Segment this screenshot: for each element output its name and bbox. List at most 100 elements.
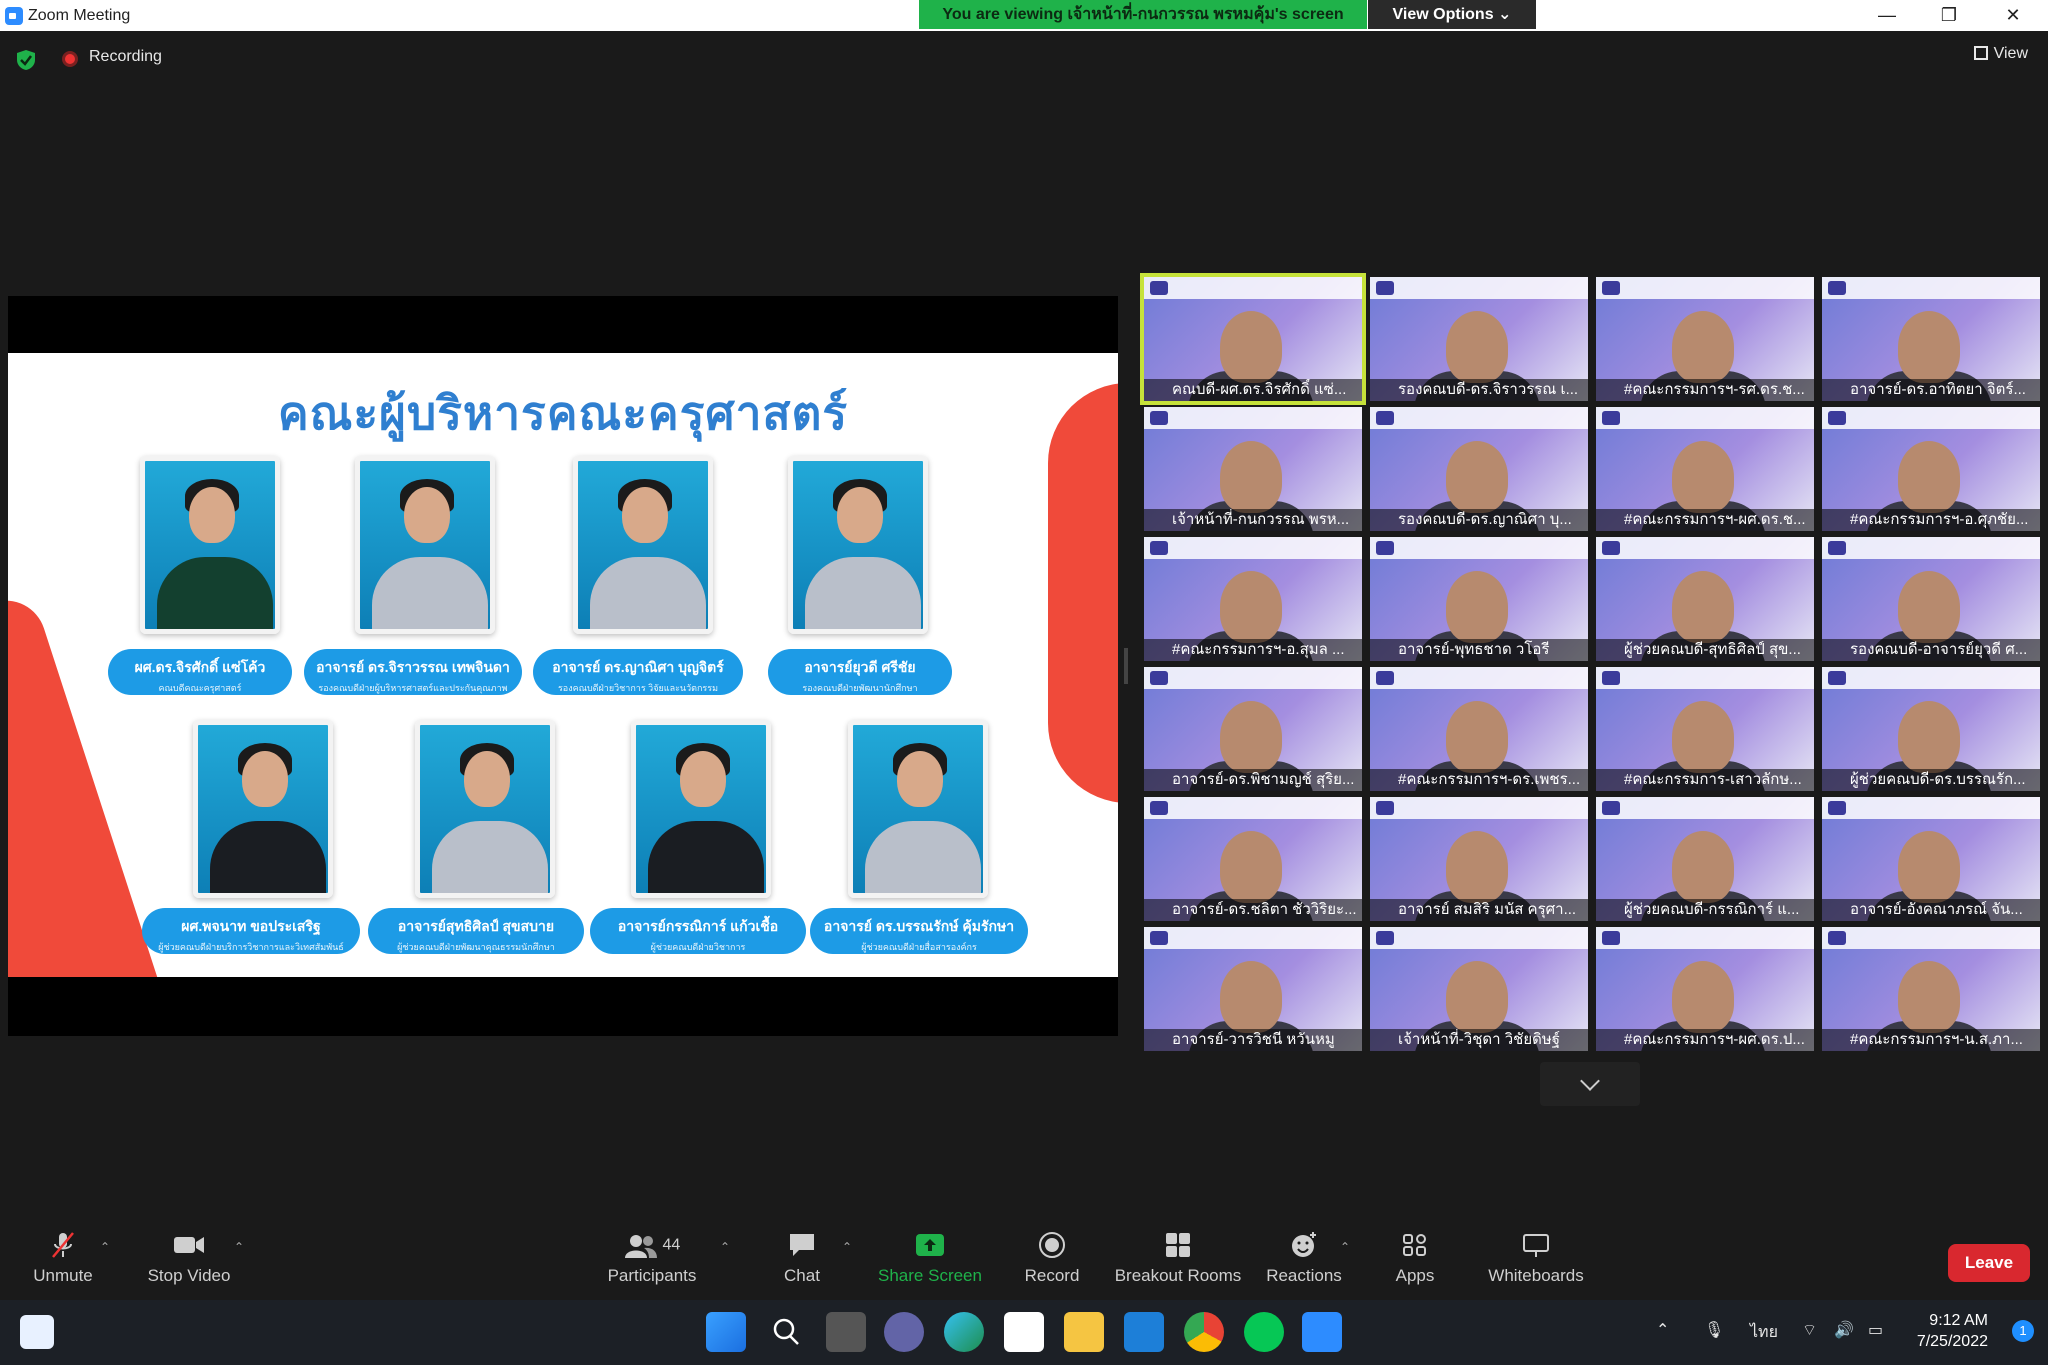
apps-button[interactable]: Apps bbox=[1388, 1230, 1442, 1286]
participant-tile[interactable]: #คณะกรรมการฯ-อ.ศุภชัย... bbox=[1822, 407, 2040, 531]
chat-button[interactable]: Chat bbox=[776, 1230, 828, 1286]
panel-splitter[interactable] bbox=[1124, 648, 1128, 684]
edge-browser-icon[interactable] bbox=[944, 1312, 984, 1352]
audio-options-caret-icon[interactable]: ⌃ bbox=[100, 1240, 110, 1254]
window-title: Zoom Meeting bbox=[28, 7, 131, 24]
clock-time: 9:12 AM bbox=[1929, 1312, 1988, 1329]
participant-tile[interactable]: อาจารย์-วารวิชนี หวันหมู bbox=[1144, 927, 1362, 1051]
person-role: ผู้ช่วยคณบดีฝ่ายสื่อสารองค์กร bbox=[861, 942, 977, 952]
participant-tile[interactable]: #คณะกรรมการฯ-ผศ.ดร.ป... bbox=[1596, 927, 1814, 1051]
recording-label[interactable]: Recording bbox=[89, 48, 162, 66]
participant-name: #คณะกรรมการฯ-ดร.เพชร... bbox=[1370, 769, 1588, 791]
zoom-taskbar-icon[interactable] bbox=[1302, 1312, 1342, 1352]
logo-icon bbox=[1602, 541, 1620, 555]
minimize-button[interactable]: — bbox=[1858, 2, 1916, 29]
mic-muted-icon bbox=[52, 1232, 74, 1258]
reactions-button[interactable]: Reactions bbox=[1262, 1230, 1346, 1286]
participant-name: ผู้ช่วยคณบดี-กรรณิการ์ แ... bbox=[1596, 899, 1814, 921]
stop-video-button[interactable]: Stop Video bbox=[144, 1230, 234, 1286]
leave-button[interactable]: Leave bbox=[1948, 1244, 2030, 1282]
participant-name: อาจารย์-ดร.อาทิตยา จิตร์... bbox=[1822, 379, 2040, 401]
wifi-icon[interactable]: ⌔ bbox=[1802, 1320, 1817, 1340]
meeting-status-row: Recording View bbox=[0, 31, 2048, 83]
participant-name: ผู้ช่วยคณบดี-สุทธิศิลป์ สุข... bbox=[1596, 639, 1814, 661]
unmute-button[interactable]: Unmute bbox=[26, 1230, 100, 1286]
chrome-icon[interactable] bbox=[1184, 1312, 1224, 1352]
participant-tile[interactable]: #คณะกรรมการฯ-รศ.ดร.ช... bbox=[1596, 277, 1814, 401]
participant-tile[interactable]: #คณะกรรมการฯ-น.ส.ภา... bbox=[1822, 927, 2040, 1051]
language-indicator[interactable]: ไทย bbox=[1750, 1320, 1778, 1345]
participant-tile[interactable]: อาจารย์-อังคณาภรณ์ จัน... bbox=[1822, 797, 2040, 921]
participant-tile[interactable]: รองคณบดี-ดร.ญาณิศา บุ... bbox=[1370, 407, 1588, 531]
participant-tile[interactable]: อาจารย์ สมสิริ มนัส ครุศา... bbox=[1370, 797, 1588, 921]
chat-caret-icon[interactable]: ⌃ bbox=[842, 1240, 852, 1254]
participant-name: รองคณบดี-อาจารย์ยุวดี ศ... bbox=[1822, 639, 2040, 661]
participant-name: ผู้ช่วยคณบดี-ดร.บรรณรัก... bbox=[1822, 769, 2040, 791]
participant-tile[interactable]: #คณะกรรมการ-เสาวลักษ... bbox=[1596, 667, 1814, 791]
person-name: อาจารย์ ดร.จิราวรรณ เทพจินดา bbox=[316, 659, 510, 675]
file-explorer-icon[interactable] bbox=[1064, 1312, 1104, 1352]
breakout-rooms-button[interactable]: Breakout Rooms bbox=[1114, 1230, 1242, 1286]
logo-icon bbox=[1602, 931, 1620, 945]
participant-tile[interactable]: รองคณบดี-อาจารย์ยุวดี ศ... bbox=[1822, 537, 2040, 661]
microphone-icon[interactable]: 🎙 bbox=[1704, 1320, 1724, 1340]
whiteboards-label: Whiteboards bbox=[1488, 1266, 1584, 1285]
show-hidden-icons-chevron-icon[interactable]: ⌃ bbox=[1656, 1320, 1669, 1340]
next-page-chevron-icon[interactable] bbox=[1540, 1062, 1640, 1106]
start-menu-icon[interactable] bbox=[706, 1312, 746, 1352]
participants-caret-icon[interactable]: ⌃ bbox=[720, 1240, 730, 1254]
os-taskbar: ⌃ 🎙 ไทย ⌔ 🔊 ▭ 9:12 AM 7/25/2022 1 bbox=[0, 1300, 2048, 1365]
store-icon[interactable] bbox=[1004, 1312, 1044, 1352]
system-clock[interactable]: 9:12 AM 7/25/2022 bbox=[1917, 1310, 1988, 1352]
participant-tile[interactable]: ผู้ช่วยคณบดี-สุทธิศิลป์ สุข... bbox=[1596, 537, 1814, 661]
logo-icon bbox=[1376, 281, 1394, 295]
notification-badge[interactable]: 1 bbox=[2012, 1320, 2034, 1342]
participant-name: #คณะกรรมการฯ-น.ส.ภา... bbox=[1822, 1029, 2040, 1051]
recording-icon bbox=[62, 51, 78, 67]
participant-tile[interactable]: อาจารย์-ดร.ชลิตา ชัววิริยะ... bbox=[1144, 797, 1362, 921]
participant-tile[interactable]: อาจารย์-พุทธชาด วโอรี bbox=[1370, 537, 1588, 661]
participant-tile[interactable]: #คณะกรรมการฯ-ดร.เพชร... bbox=[1370, 667, 1588, 791]
video-options-caret-icon[interactable]: ⌃ bbox=[234, 1240, 244, 1254]
participant-name: #คณะกรรมการฯ-ผศ.ดร.ป... bbox=[1596, 1029, 1814, 1051]
widgets-icon[interactable] bbox=[20, 1315, 54, 1349]
view-options-button[interactable]: View Options ⌄ bbox=[1368, 0, 1536, 29]
person-photo bbox=[631, 720, 771, 898]
title-bar: Zoom Meeting You are viewing เจ้าหน้าที่… bbox=[0, 0, 2048, 31]
whiteboards-button[interactable]: Whiteboards bbox=[1484, 1230, 1588, 1286]
person-photo bbox=[355, 456, 495, 634]
participant-tile[interactable]: ผู้ช่วยคณบดี-ดร.บรรณรัก... bbox=[1822, 667, 2040, 791]
restore-button[interactable]: ❐ bbox=[1920, 2, 1978, 29]
participant-tile[interactable]: เจ้าหน้าที่-กนกวรรณ พรห... bbox=[1144, 407, 1362, 531]
mail-icon[interactable] bbox=[1124, 1312, 1164, 1352]
task-view-icon[interactable] bbox=[826, 1312, 866, 1352]
participant-tile[interactable]: #คณะกรรมการฯ-อ.สุมล ... bbox=[1144, 537, 1362, 661]
reactions-caret-icon[interactable]: ⌃ bbox=[1340, 1240, 1350, 1254]
participant-tile[interactable]: ผู้ช่วยคณบดี-กรรณิการ์ แ... bbox=[1596, 797, 1814, 921]
participant-tile[interactable]: #คณะกรรมการฯ-ผศ.ดร.ช... bbox=[1596, 407, 1814, 531]
participant-tile[interactable]: เจ้าหน้าที่-วิชุดา วิชัยดิษฐ์ bbox=[1370, 927, 1588, 1051]
breakout-rooms-label: Breakout Rooms bbox=[1114, 1266, 1242, 1285]
line-app-icon[interactable] bbox=[1244, 1312, 1284, 1352]
participant-tile[interactable]: อาจารย์-ดร.พิชามญช์ สุริย... bbox=[1144, 667, 1362, 791]
view-button[interactable]: View bbox=[1973, 45, 2028, 63]
person-name-card: ผศ.พจนาท ขอประเสริฐ ผู้ช่วยคณบดีฝ่ายบริกา… bbox=[142, 908, 360, 954]
logo-icon bbox=[1828, 281, 1846, 295]
logo-icon bbox=[1150, 541, 1168, 555]
apps-icon bbox=[1403, 1234, 1426, 1256]
search-icon[interactable] bbox=[766, 1312, 806, 1352]
participant-tile[interactable]: คณบดี-ผศ.ดร.จิรศักดิ์ แซ่... bbox=[1140, 273, 1366, 405]
video-camera-icon bbox=[174, 1237, 204, 1253]
participants-button[interactable]: 44 Participants bbox=[600, 1230, 704, 1286]
close-button[interactable]: ✕ bbox=[1984, 2, 2042, 29]
shield-icon[interactable] bbox=[16, 49, 36, 71]
share-screen-button[interactable]: Share Screen bbox=[878, 1230, 982, 1286]
participant-tile[interactable]: รองคณบดี-ดร.จิราวรรณ เ... bbox=[1370, 277, 1588, 401]
volume-icon[interactable]: 🔊 bbox=[1834, 1320, 1854, 1340]
teams-chat-icon[interactable] bbox=[884, 1312, 924, 1352]
record-button[interactable]: Record bbox=[1022, 1230, 1082, 1286]
meeting-toolbar: Unmute ⌃ Stop Video ⌃ 44 Participants ⌃ … bbox=[0, 1218, 2048, 1300]
participant-tile[interactable]: อาจารย์-ดร.อาทิตยา จิตร์... bbox=[1822, 277, 2040, 401]
battery-icon[interactable]: ▭ bbox=[1868, 1320, 1883, 1340]
person-role: ผู้ช่วยคณบดีฝ่ายพัฒนาคุณธรรมนักศึกษา bbox=[397, 942, 555, 952]
